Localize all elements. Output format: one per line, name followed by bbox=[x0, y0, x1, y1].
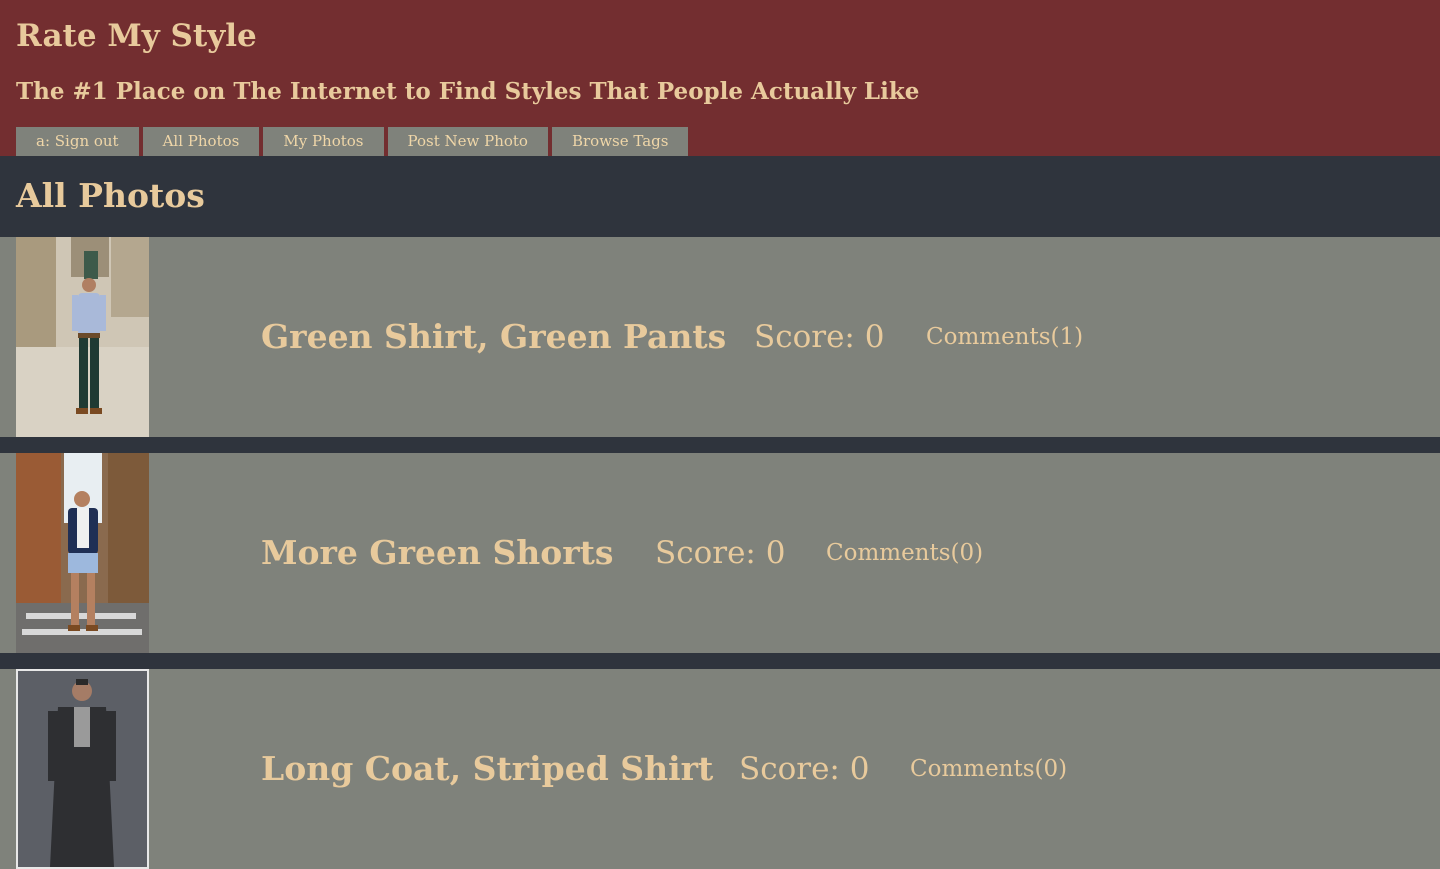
nav-bar: a: Sign out All Photos My Photos Post Ne… bbox=[16, 127, 692, 156]
photo-thumbnail[interactable] bbox=[16, 453, 149, 653]
photo-comments-link[interactable]: Comments(0) bbox=[910, 753, 1067, 785]
sign-out-button[interactable]: a: Sign out bbox=[16, 127, 139, 156]
photo-score: Score: 0 bbox=[655, 535, 786, 571]
man-long-coat-photo bbox=[18, 671, 147, 867]
photo-thumbnail[interactable] bbox=[16, 237, 149, 437]
photo-comments-link[interactable]: Comments(1) bbox=[926, 321, 1083, 353]
photo-thumbnail[interactable] bbox=[16, 669, 149, 869]
site-title: Rate My Style bbox=[16, 18, 257, 54]
photo-title-link[interactable]: Long Coat, Striped Shirt bbox=[261, 747, 713, 791]
photo-score: Score: 0 bbox=[739, 751, 870, 787]
man-blue-shorts-photo bbox=[16, 453, 149, 653]
page-title: All Photos bbox=[16, 176, 205, 215]
photo-title-link[interactable]: Green Shirt, Green Pants bbox=[261, 315, 726, 359]
site-subtitle: The #1 Place on The Internet to Find Sty… bbox=[16, 78, 920, 105]
page-heading-bar: All Photos bbox=[0, 156, 1440, 237]
photo-row: Green Shirt, Green Pants Score: 0 Commen… bbox=[0, 237, 1440, 437]
site-header: Rate My Style The #1 Place on The Intern… bbox=[0, 0, 1440, 156]
man-green-pants-photo bbox=[16, 237, 149, 437]
all-photos-button[interactable]: All Photos bbox=[142, 127, 260, 156]
photo-row: More Green Shorts Score: 0 Comments(0) bbox=[0, 453, 1440, 653]
photo-comments-link[interactable]: Comments(0) bbox=[826, 537, 983, 569]
photo-row: Long Coat, Striped Shirt Score: 0 Commen… bbox=[0, 669, 1440, 869]
photo-score: Score: 0 bbox=[754, 319, 885, 355]
my-photos-button[interactable]: My Photos bbox=[263, 127, 384, 156]
post-new-photo-button[interactable]: Post New Photo bbox=[387, 127, 548, 156]
browse-tags-button[interactable]: Browse Tags bbox=[551, 127, 689, 156]
photo-title-link[interactable]: More Green Shorts bbox=[261, 531, 614, 575]
